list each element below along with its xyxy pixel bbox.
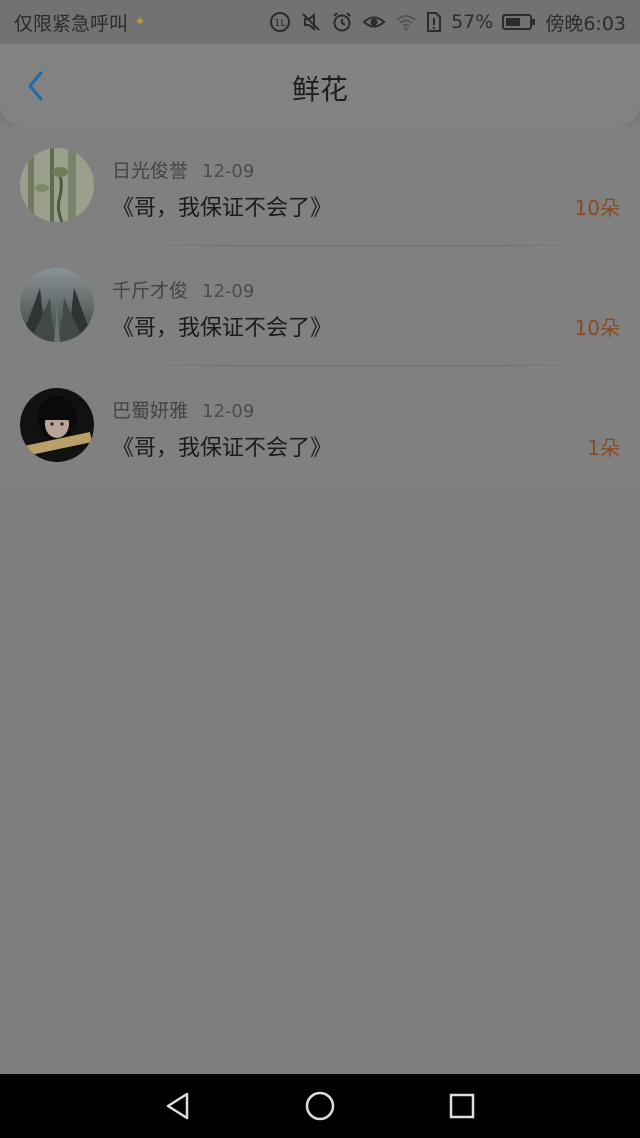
recents-square-icon[interactable]: [444, 1088, 480, 1124]
screen: 仅限紧急呼叫 ✦ 1L 57% 傍晚6:03 鲜花 日光俊誉 12-09 《哥，…: [0, 0, 640, 1138]
sender-line: 日光俊誉 12-09: [112, 156, 254, 183]
svg-text:1L: 1L: [274, 18, 286, 29]
battery-icon: [502, 12, 536, 32]
status-bar: 仅限紧急呼叫 ✦ 1L 57% 傍晚6:03: [0, 0, 640, 44]
send-date: 12-09: [202, 281, 255, 302]
nav-bar: 鲜花: [0, 44, 640, 126]
back-triangle-icon[interactable]: [160, 1088, 196, 1124]
mute-icon: [300, 11, 322, 33]
system-nav-bar: [0, 1074, 640, 1138]
list-item[interactable]: 千斤才俊 12-09 《哥，我保证不会了》 10朵: [0, 246, 640, 366]
alarm-icon: [331, 11, 353, 33]
flower-count: 10朵: [574, 316, 620, 340]
send-date: 12-09: [202, 161, 255, 182]
status-left: 仅限紧急呼叫 ✦: [14, 9, 146, 36]
avatar[interactable]: [20, 388, 94, 462]
book-title: 《哥，我保证不会了》: [112, 316, 333, 341]
wifi-icon: [395, 11, 417, 33]
send-date: 12-09: [202, 401, 255, 422]
page-title: 鲜花: [291, 73, 348, 106]
sender-name: 千斤才俊: [112, 280, 189, 302]
carrier-text: 仅限紧急呼叫: [14, 12, 129, 35]
book-title: 《哥，我保证不会了》: [112, 436, 333, 461]
flower-list: 日光俊誉 12-09 《哥，我保证不会了》 10朵 千斤才俊 12-09 《哥，…: [0, 126, 640, 486]
status-right: 1L 57% 傍晚6:03: [269, 9, 626, 36]
sender-name: 日光俊誉: [112, 160, 189, 182]
home-circle-icon[interactable]: [302, 1088, 338, 1124]
eye-icon: [362, 11, 386, 33]
book-title: 《哥，我保证不会了》: [112, 196, 333, 221]
sender-line: 千斤才俊 12-09: [112, 276, 254, 303]
avatar[interactable]: [20, 268, 94, 342]
flower-count: 10朵: [574, 196, 620, 220]
sender-line: 巴蜀妍雅 12-09: [112, 396, 254, 423]
list-item[interactable]: 巴蜀妍雅 12-09 《哥，我保证不会了》 1朵: [0, 366, 640, 486]
sparkle-icon: ✦: [134, 14, 146, 30]
list-item[interactable]: 日光俊誉 12-09 《哥，我保证不会了》 10朵: [0, 126, 640, 246]
hd-icon: 1L: [269, 11, 291, 33]
flower-count: 1朵: [587, 436, 620, 460]
battery-percent: 57%: [451, 11, 494, 33]
sender-name: 巴蜀妍雅: [112, 400, 189, 422]
avatar[interactable]: [20, 148, 94, 222]
clock: 傍晚6:03: [545, 12, 626, 35]
sim-alert-icon: [426, 11, 442, 33]
